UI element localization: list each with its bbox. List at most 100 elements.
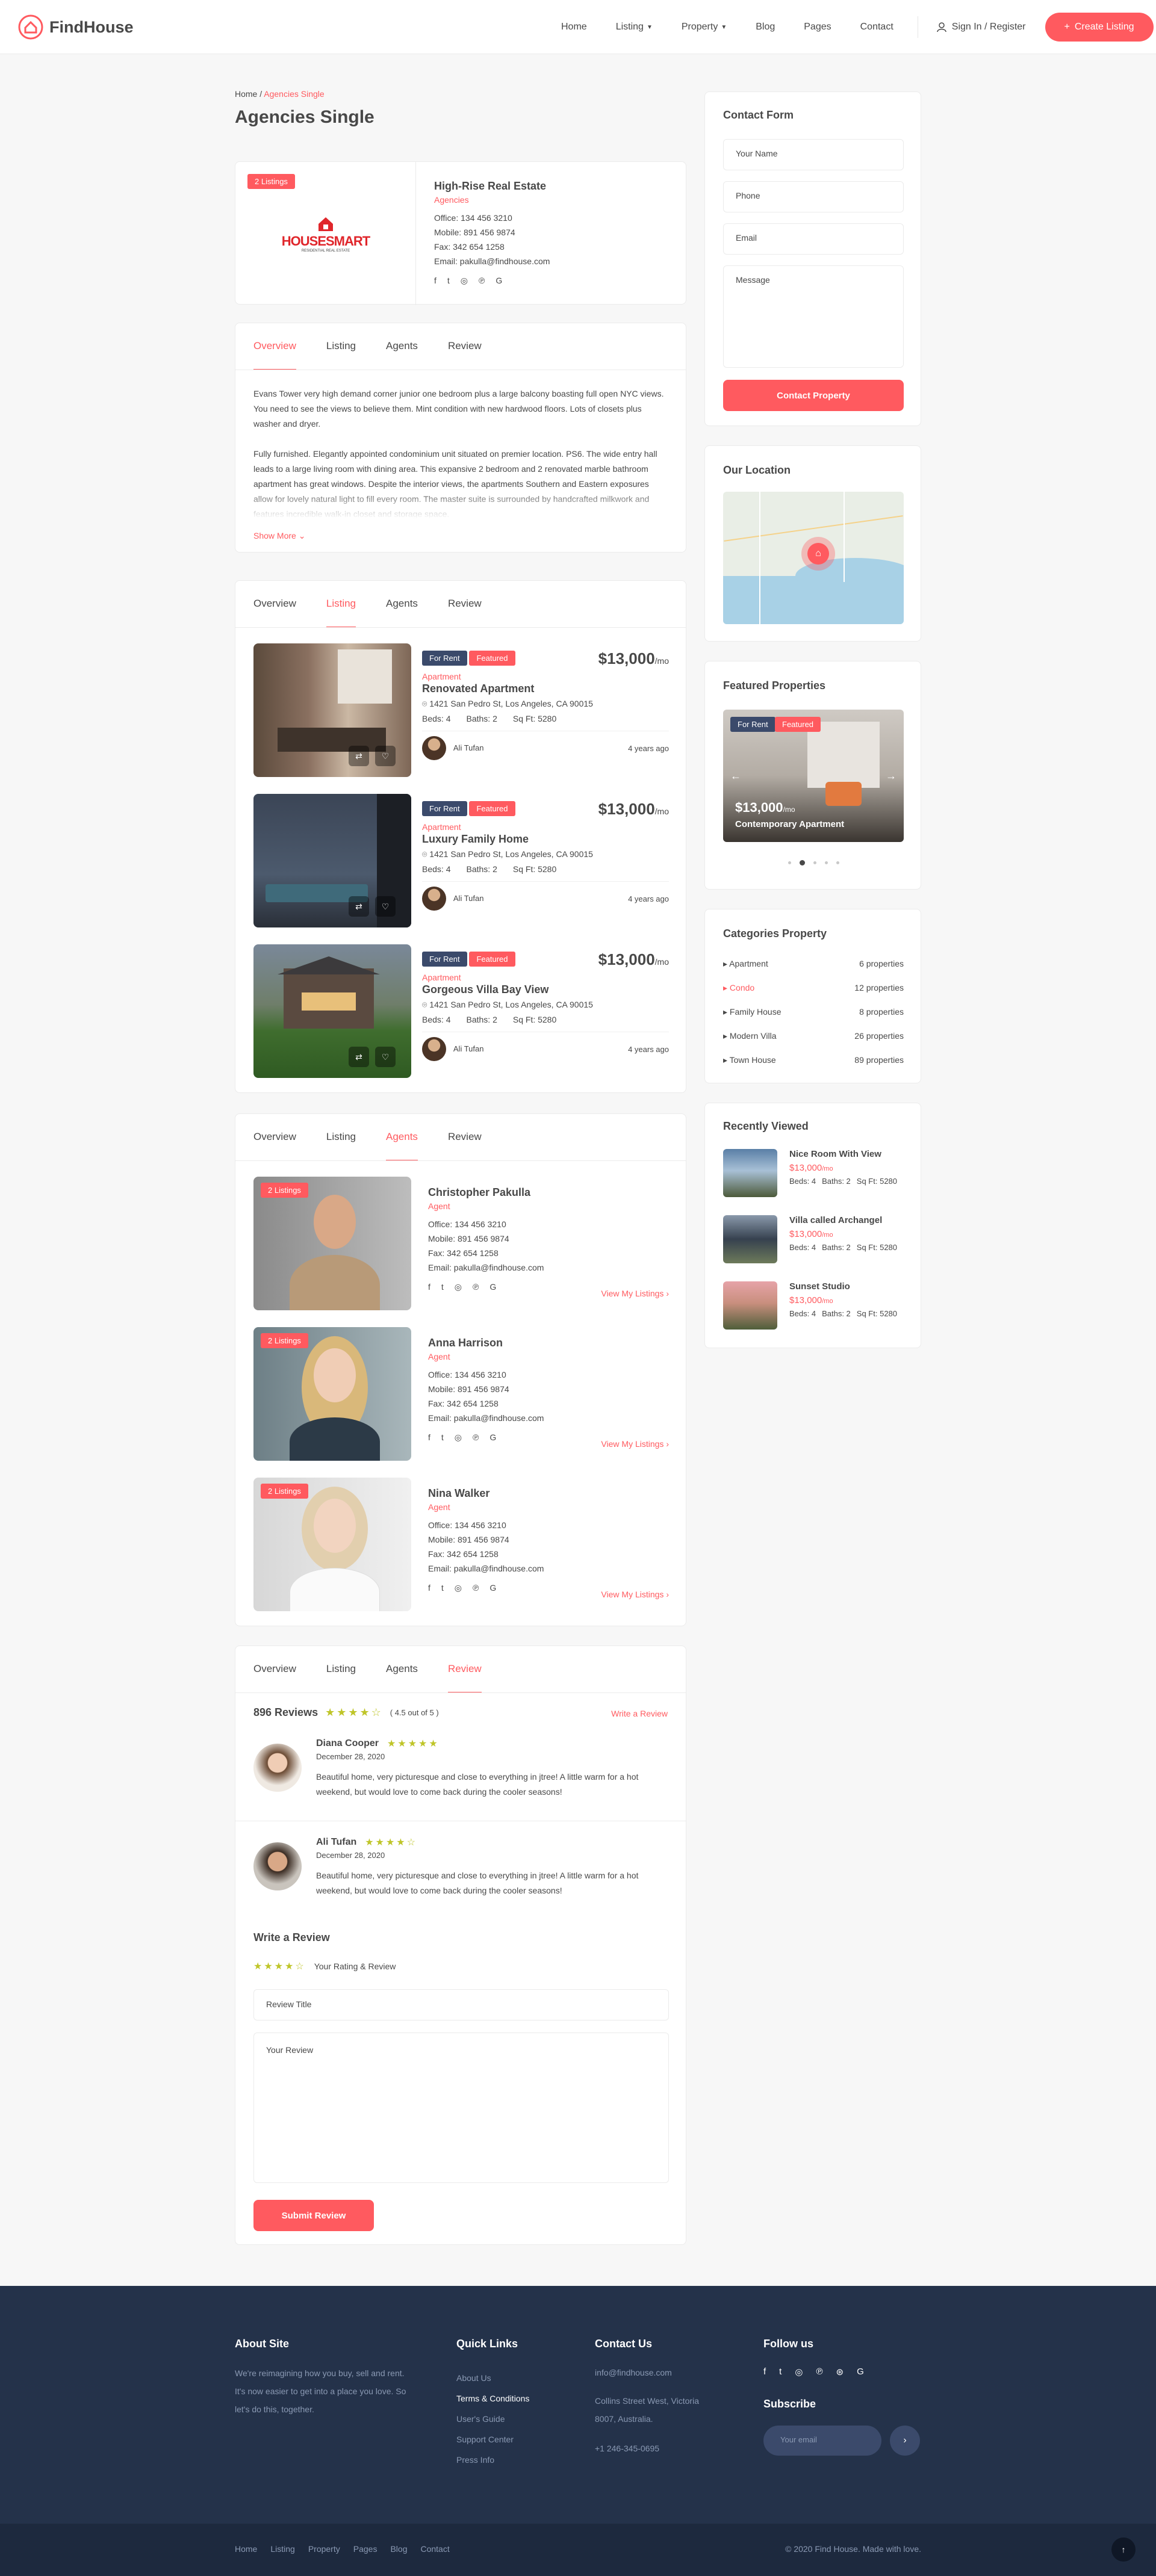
instagram-icon[interactable]: ◎	[461, 276, 468, 286]
pinterest-icon[interactable]: ℗	[473, 1583, 479, 1593]
tab-agents[interactable]: Agents	[386, 1663, 418, 1693]
tab-overview[interactable]: Overview	[253, 340, 296, 370]
pinterest-icon[interactable]: ℗	[473, 1282, 479, 1292]
review-text-input[interactable]: Your Review	[253, 2033, 669, 2183]
name-input[interactable]: Your Name	[723, 139, 904, 170]
agent-name[interactable]: Nina Walker	[428, 1487, 669, 1500]
footer-nav-link[interactable]: Pages	[353, 2544, 378, 2554]
facebook-icon[interactable]: f	[763, 2367, 766, 2377]
brand-logo[interactable]: FindHouse	[18, 14, 134, 40]
agent-photo[interactable]: 2 Listings	[253, 1327, 411, 1461]
listing-agent[interactable]: Ali Tufan	[422, 887, 483, 911]
rating-stars-input[interactable]: ★★★★☆	[253, 1960, 306, 1972]
location-map[interactable]: ⌂	[723, 492, 904, 624]
listing-agent[interactable]: Ali Tufan	[422, 1037, 483, 1061]
google-icon[interactable]: G	[857, 2367, 864, 2377]
slider-dot[interactable]	[836, 861, 839, 864]
tab-review[interactable]: Review	[448, 340, 482, 370]
compare-icon[interactable]: ⇄	[349, 746, 369, 766]
listing-title[interactable]: Gorgeous Villa Bay View	[422, 983, 669, 996]
recent-item[interactable]: Nice Room With View $13,000/mo Beds: 4 Ba…	[723, 1149, 904, 1197]
agent-name[interactable]: Christopher Pakulla	[428, 1186, 669, 1199]
google-icon[interactable]: G	[496, 276, 502, 286]
agent-photo[interactable]: 2 Listings	[253, 1177, 411, 1310]
agent-photo[interactable]: 2 Listings	[253, 1478, 411, 1611]
footer-nav-link[interactable]: Contact	[420, 2544, 449, 2554]
tab-review[interactable]: Review	[448, 1131, 482, 1161]
tab-agents[interactable]: Agents	[386, 340, 418, 370]
compare-icon[interactable]: ⇄	[349, 896, 369, 917]
tab-listing[interactable]: Listing	[326, 1663, 356, 1693]
nav-home[interactable]: Home	[561, 22, 587, 33]
footer-link[interactable]: About Us	[456, 2368, 529, 2388]
footer-link[interactable]: Terms & Conditions	[456, 2388, 529, 2409]
listing-title[interactable]: Renovated Apartment	[422, 683, 669, 695]
twitter-icon[interactable]: t	[441, 1432, 444, 1443]
footer-nav-link[interactable]: Property	[308, 2544, 340, 2554]
tab-agents[interactable]: Agents	[386, 598, 418, 628]
nav-contact[interactable]: Contact	[860, 22, 893, 33]
dribbble-icon[interactable]: ⊛	[836, 2367, 844, 2377]
footer-nav-link[interactable]: Listing	[270, 2544, 294, 2554]
category-item[interactable]: ▸ Modern Villa 26 properties	[723, 1031, 904, 1041]
category-item[interactable]: ▸ Condo 12 properties	[723, 983, 904, 993]
tab-agents[interactable]: Agents	[386, 1131, 418, 1161]
pinterest-icon[interactable]: ℗	[816, 2367, 822, 2377]
map-marker[interactable]: ⌂	[801, 537, 835, 571]
category-item[interactable]: ▸ Family House 8 properties	[723, 1007, 904, 1017]
tab-review[interactable]: Review	[448, 598, 482, 628]
facebook-icon[interactable]: f	[428, 1583, 430, 1593]
facebook-icon[interactable]: f	[434, 276, 437, 286]
create-listing-button[interactable]: + Create Listing	[1045, 13, 1154, 42]
view-listings-link[interactable]: View My Listings ›	[601, 1439, 669, 1449]
rating-input[interactable]: ★★★★☆ Your Rating & Review	[253, 1960, 396, 1972]
twitter-icon[interactable]: t	[441, 1282, 444, 1292]
view-listings-link[interactable]: View My Listings ›	[601, 1289, 669, 1298]
slider-dot-active[interactable]	[800, 860, 805, 865]
tab-listing[interactable]: Listing	[326, 340, 356, 370]
footer-link[interactable]: Press Info	[456, 2450, 529, 2470]
google-icon[interactable]: G	[489, 1282, 496, 1292]
tab-overview[interactable]: Overview	[253, 1131, 296, 1161]
nav-listing[interactable]: Listing ▼	[616, 22, 653, 33]
listing-photo-kitchen[interactable]: ⇄ ♡	[253, 643, 411, 777]
heart-icon[interactable]: ♡	[375, 896, 396, 917]
google-icon[interactable]: G	[489, 1432, 496, 1443]
instagram-icon[interactable]: ◎	[455, 1432, 462, 1443]
breadcrumb-home[interactable]: Home	[235, 89, 257, 99]
tab-review[interactable]: Review	[447, 1663, 482, 1693]
nav-blog[interactable]: Blog	[756, 22, 775, 33]
facebook-icon[interactable]: f	[428, 1282, 430, 1292]
write-review-link[interactable]: Write a Review	[611, 1709, 668, 1718]
google-icon[interactable]: G	[489, 1583, 496, 1593]
contact-property-button[interactable]: Contact Property	[723, 380, 904, 411]
slider-dot[interactable]	[788, 861, 791, 864]
footer-nav-link[interactable]: Home	[235, 2544, 257, 2554]
scroll-top-button[interactable]: ↑	[1111, 2537, 1136, 2562]
twitter-icon[interactable]: t	[779, 2367, 782, 2377]
recent-item[interactable]: Sunset Studio $13,000/mo Beds: 4 Baths: 2…	[723, 1281, 904, 1330]
footer-email[interactable]: info@findhouse.com	[595, 2368, 672, 2377]
tab-overview[interactable]: Overview	[253, 598, 296, 628]
listing-photo-villa[interactable]: ⇄ ♡	[253, 944, 411, 1078]
submit-review-button[interactable]: Submit Review	[253, 2200, 374, 2231]
footer-link[interactable]: User's Guide	[456, 2409, 529, 2429]
compare-icon[interactable]: ⇄	[349, 1047, 369, 1067]
slider-dot[interactable]	[825, 861, 828, 864]
footer-phone[interactable]: +1 246-345-0695	[595, 2444, 659, 2453]
view-listings-link[interactable]: View My Listings ›	[601, 1590, 669, 1599]
tab-listing[interactable]: Listing	[326, 1131, 356, 1161]
footer-link[interactable]: Support Center	[456, 2429, 529, 2450]
listing-title[interactable]: Luxury Family Home	[422, 833, 669, 846]
tab-listing[interactable]: Listing	[326, 598, 356, 628]
pinterest-icon[interactable]: ℗	[479, 276, 485, 286]
nav-pages[interactable]: Pages	[804, 22, 831, 33]
instagram-icon[interactable]: ◎	[455, 1282, 462, 1292]
subscribe-button[interactable]: ›	[890, 2426, 920, 2456]
listing-item[interactable]: ⇄ ♡ For Rent Featured Apartment Renovate…	[253, 643, 669, 777]
review-title-input[interactable]: Review Title	[253, 1989, 669, 2020]
phone-input[interactable]: Phone	[723, 181, 904, 212]
listing-item[interactable]: ⇄ ♡ For Rent Featured Apartment Luxury F…	[253, 794, 669, 927]
twitter-icon[interactable]: t	[441, 1583, 444, 1593]
category-item[interactable]: ▸ Town House 89 properties	[723, 1055, 904, 1065]
